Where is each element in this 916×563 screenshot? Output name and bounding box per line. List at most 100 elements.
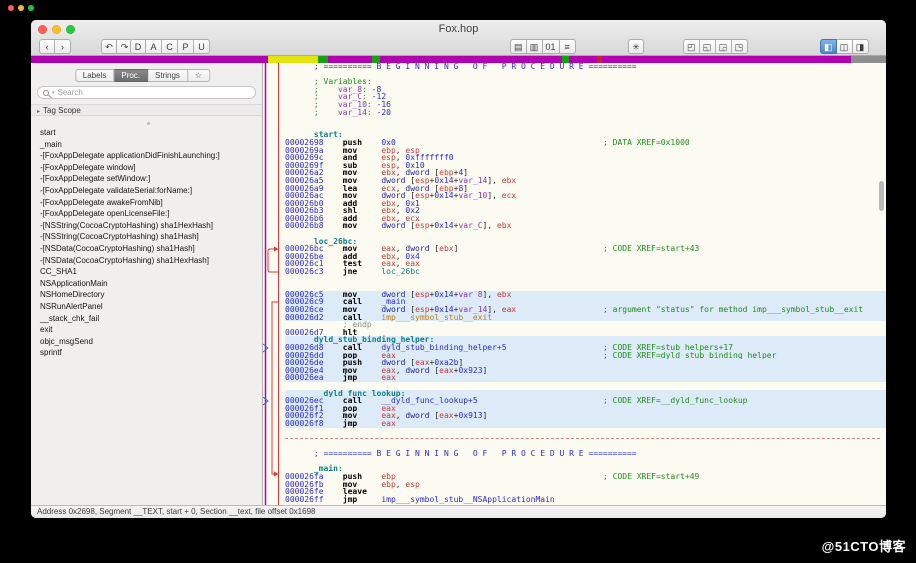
mode-code-button[interactable]: C — [162, 39, 178, 54]
asm-line[interactable]: 000026fb mov ebp, esp — [285, 480, 886, 489]
content-area: LabelsProc.Strings☆ ▾ ▸Tag Scope start_m… — [31, 63, 886, 505]
search-icon — [43, 89, 49, 96]
symbol-item[interactable]: NSHomeDirectory — [31, 289, 262, 301]
nav-segment[interactable] — [318, 56, 328, 63]
nav-segment[interactable] — [268, 56, 318, 63]
asm-token-sym: imp___symbol_stub__NSApplicationMain — [381, 494, 555, 504]
asm-token-addr: 000026ff — [285, 494, 324, 504]
action-button-2[interactable]: ◱ — [699, 39, 716, 54]
symbol-item[interactable]: CC_SHA1 — [31, 266, 262, 278]
symbol-item[interactable]: -[NSString(CocoaCryptoHashing) sha1HexHa… — [31, 220, 262, 232]
symbol-item[interactable]: -[FoxAppDelegate window] — [31, 162, 262, 174]
tab-bookmarks[interactable]: ☆ — [187, 69, 211, 82]
nav-segment[interactable] — [372, 56, 380, 63]
symbol-item[interactable]: -[NSData(CocoaCryptoHashing) sha1Hash] — [31, 243, 262, 255]
view-assembly-button[interactable]: ▤ — [510, 39, 527, 54]
window-chrome: Fox.hop ‹ › ↶ ↷ DACPU ▤ ▥ 01 ≡ ✳ ◰ ◱ ◲ ◳ ◧ ◫ ◨ — [31, 20, 886, 56]
toggle-bottom-panel-button[interactable]: ◫ — [836, 39, 853, 54]
navigation-bar[interactable] — [31, 56, 886, 63]
symbol-item[interactable]: -[NSData(CocoaCryptoHashing) sha1HexHash… — [31, 255, 262, 267]
action-button-4[interactable]: ◳ — [731, 39, 748, 54]
action-button-3[interactable]: ◲ — [715, 39, 732, 54]
loop-arrowhead — [274, 246, 279, 252]
view-cfg-button[interactable]: ▥ — [526, 39, 543, 54]
symbol-item[interactable]: start — [31, 127, 262, 139]
symbol-item[interactable]: sprintf — [31, 347, 262, 359]
close-button[interactable] — [38, 25, 47, 34]
asm-blank — [285, 458, 886, 466]
nav-segment[interactable] — [602, 56, 851, 63]
asm-line[interactable]: 000026b8 mov dword [esp+0x14+var_C], ebx — [285, 222, 886, 230]
toggle-left-panel-button[interactable]: ◧ — [820, 39, 837, 54]
tab-proc[interactable]: Proc. — [114, 69, 149, 82]
tag-scope-row[interactable]: ▸ Tag Scope — [31, 104, 262, 116]
symbol-item[interactable]: -[FoxAppDelegate setWindow:] — [31, 173, 262, 185]
nav-segment[interactable] — [380, 56, 562, 63]
status-bar: Address 0x2698, Segment __TEXT, start + … — [31, 505, 886, 518]
mode-procedure-button[interactable]: P — [178, 39, 194, 54]
asm-line[interactable]: 000026ea jmp eax — [285, 374, 886, 382]
zoom-button[interactable] — [66, 25, 75, 34]
action-button-1[interactable]: ◰ — [683, 39, 700, 54]
asm-blank — [285, 230, 886, 238]
asm-line[interactable]: ; ========== B E G I N N I N G O F P R O… — [285, 63, 886, 71]
asm-line[interactable]: ; var_14: -20 — [285, 108, 886, 117]
asm-line[interactable]: 000026d2 call imp___symbol_stub__exit — [285, 313, 886, 322]
tab-labels[interactable]: Labels — [74, 69, 115, 82]
view-pseudo-button[interactable]: ≡ — [559, 39, 576, 54]
nav-segment[interactable] — [328, 56, 372, 63]
titlebar[interactable]: Fox.hop — [31, 20, 886, 38]
forward-button[interactable]: › — [55, 39, 71, 54]
symbol-item[interactable]: -[FoxAppDelegate openLicenseFile:] — [31, 208, 262, 220]
symbol-item[interactable]: __stack_chk_fail — [31, 313, 262, 325]
background-traffic-lights — [8, 5, 34, 11]
disclosure-triangle-icon[interactable]: ▸ — [37, 109, 40, 115]
disassembly-listing[interactable]: ; ========== B E G I N N I N G O F P R O… — [285, 63, 886, 505]
mode-ascii-button[interactable]: A — [146, 39, 162, 54]
undo-button[interactable]: ↶ — [101, 39, 117, 54]
symbol-item[interactable]: objc_msgSend — [31, 336, 262, 348]
views-group: ▤ ▥ 01 ≡ — [510, 39, 576, 54]
call-main-arrowhead — [274, 471, 279, 477]
asm-blank — [285, 71, 886, 79]
asm-line[interactable]: ; endp — [285, 321, 886, 329]
settings-button[interactable]: ✳ — [628, 39, 644, 54]
control-flow-gutter — [262, 63, 285, 505]
symbol-item[interactable]: exit — [31, 324, 262, 336]
symbol-item[interactable]: NSRunAlertPanel — [31, 301, 262, 313]
toolbar: ‹ › ↶ ↷ DACPU ▤ ▥ 01 ≡ ✳ ◰ ◱ ◲ ◳ ◧ ◫ ◨ — [31, 38, 886, 56]
mode-undefine-button[interactable]: U — [194, 39, 210, 54]
minimize-button[interactable] — [52, 25, 61, 34]
symbol-item[interactable]: -[NSString(CocoaCryptoHashing) sha1Hash] — [31, 231, 262, 243]
asm-blank — [285, 116, 886, 124]
mode-data-button[interactable]: D — [130, 39, 146, 54]
watermark: @51CTO博客 — [821, 539, 906, 554]
nav-segment[interactable] — [31, 56, 268, 63]
call-main-arrow — [271, 301, 278, 475]
asm-line[interactable]: 000026c3 jne loc_26bc — [285, 268, 886, 276]
nav-segment[interactable] — [851, 56, 886, 63]
search-input[interactable] — [57, 88, 250, 97]
symbol-item[interactable]: NSApplicationMain — [31, 278, 262, 290]
scrollbar-thumb[interactable] — [879, 181, 884, 211]
asm-line[interactable]: ; ========== B E G I N N I N G O F P R O… — [285, 450, 886, 458]
search-field[interactable]: ▾ — [37, 86, 256, 99]
asm-line[interactable]: 000026ff jmp imp___symbol_stub__NSApplic… — [285, 494, 886, 504]
toggle-right-panel-button[interactable]: ◨ — [852, 39, 869, 54]
asm-token-pl — [324, 495, 343, 504]
history-group: ‹ › — [39, 39, 71, 54]
view-hex-button[interactable]: 01 — [542, 39, 560, 54]
symbol-item[interactable]: -[FoxAppDelegate applicationDidFinishLau… — [31, 150, 262, 162]
symbol-item[interactable]: -[FoxAppDelegate awakeFromNib] — [31, 197, 262, 209]
symbol-item[interactable]: -[FoxAppDelegate validateSerial:forName:… — [31, 185, 262, 197]
tab-strings[interactable]: Strings — [148, 69, 188, 82]
nav-segment[interactable] — [569, 56, 597, 63]
asm-line[interactable]: 000026f8 jmp eax — [285, 419, 886, 428]
nav-segment[interactable] — [562, 56, 569, 63]
chevron-down-icon: ▾ — [52, 89, 55, 96]
symbol-item[interactable]: _main — [31, 139, 262, 151]
back-button[interactable]: ‹ — [39, 39, 55, 54]
listing-lines: ; ========== B E G I N N I N G O F P R O… — [285, 63, 886, 503]
hopper-window: Fox.hop ‹ › ↶ ↷ DACPU ▤ ▥ 01 ≡ ✳ ◰ ◱ ◲ ◳ ◧ ◫ ◨ Lab… — [31, 20, 886, 518]
xref-comment: ; CODE XREF=start+49 — [603, 472, 700, 482]
